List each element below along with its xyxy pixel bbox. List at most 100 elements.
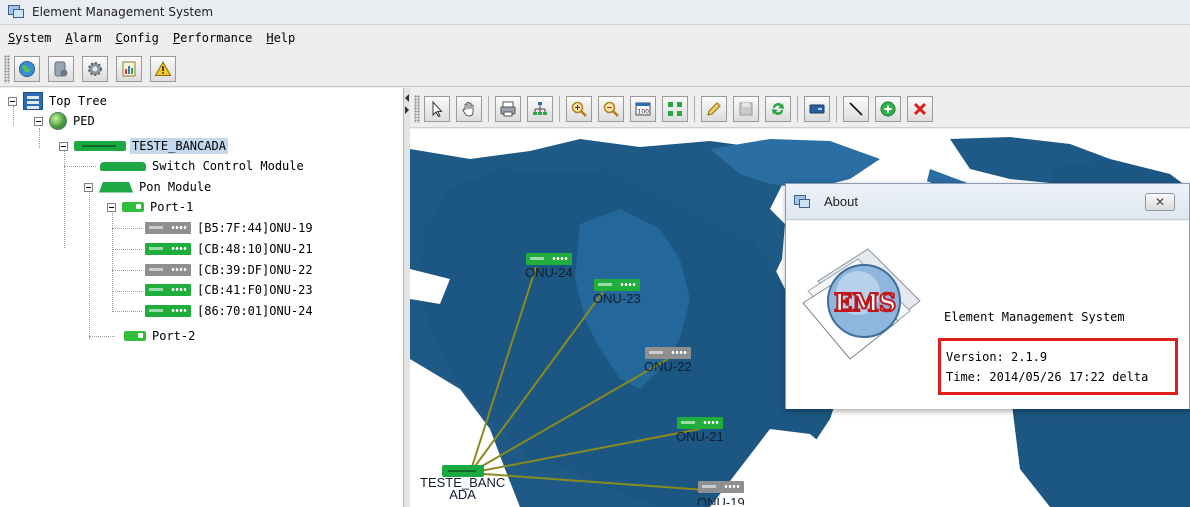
window-title: Element Management System	[32, 5, 214, 19]
collapse-right-arrow-icon[interactable]	[405, 106, 409, 114]
tree-node-root[interactable]: Top Tree	[8, 91, 109, 111]
collapse-toggle-icon[interactable]	[34, 116, 43, 126]
map-onu-label: ONU-22	[644, 359, 692, 374]
toolbar-separator	[797, 95, 798, 122]
tree-node-ped[interactable]: PED	[34, 111, 97, 131]
onu-online-icon	[145, 243, 191, 255]
map-onu-24[interactable]: ONU-24	[525, 253, 573, 280]
about-dialog: About ✕ EMS Element Management System Ve…	[785, 183, 1190, 409]
collapse-left-arrow-icon[interactable]	[405, 94, 409, 102]
pon-module-icon	[99, 181, 133, 193]
version-info-box: Version: 2.1.9 Time: 2014/05/26 17:22 de…	[938, 338, 1178, 395]
settings-gear-icon[interactable]	[82, 55, 108, 82]
tree-root-icon	[23, 92, 43, 110]
ems-logo: EMS	[802, 248, 921, 360]
toolbar-separator	[836, 95, 837, 122]
tree-node-label: Port-2	[152, 329, 196, 343]
select-pointer-icon[interactable]	[424, 95, 450, 122]
print-icon[interactable]	[495, 95, 521, 122]
group-globe-icon	[49, 112, 67, 130]
tree-node-label: TESTE_BANCADA	[130, 138, 228, 154]
app-monitor-icon	[794, 194, 810, 209]
add-device-icon[interactable]	[804, 95, 830, 122]
toolbar-grip[interactable]	[4, 54, 10, 83]
map-toolbar: 100	[410, 90, 1190, 128]
fit-view-icon[interactable]	[662, 95, 688, 122]
toolbar-grip[interactable]	[414, 94, 420, 123]
collapse-toggle-icon[interactable]	[8, 96, 17, 106]
version-line: Version: 2.1.9	[946, 350, 1048, 364]
tree-node-label: Switch Control Module	[152, 159, 304, 173]
toolbar-separator	[488, 95, 489, 122]
toolbar-separator	[559, 95, 560, 122]
onu-online-icon	[145, 284, 191, 296]
onu-online-icon	[676, 417, 723, 429]
collapse-toggle-icon[interactable]	[107, 202, 116, 212]
onu-offline-icon	[145, 264, 191, 276]
switch-module-icon	[100, 161, 146, 171]
about-app-name: Element Management System	[944, 310, 1125, 324]
tree-node-port-1[interactable]: Port-1	[107, 197, 195, 217]
tree-node-onu[interactable]: [CB:39:DF]ONU-22	[145, 260, 315, 280]
map-onu-21[interactable]: ONU-21	[676, 417, 724, 444]
toolbar-separator	[694, 95, 695, 122]
menu-performance[interactable]: Performance	[173, 31, 252, 45]
refresh-icon[interactable]	[765, 95, 791, 122]
svg-text:100: 100	[638, 108, 650, 115]
tree-connector	[112, 270, 142, 271]
tree-node-label: [86:70:01]ONU-24	[197, 304, 313, 318]
add-icon[interactable]	[875, 95, 901, 122]
tree-connector	[64, 166, 96, 167]
tree-node-label: Port-1	[150, 200, 194, 214]
tree-node-port-2[interactable]: Port-2	[124, 326, 197, 346]
menu-config[interactable]: Config	[116, 31, 159, 45]
close-icon: ✕	[1154, 195, 1166, 209]
window-title-bar: Element Management System	[0, 0, 1190, 25]
tree-node-pon-module[interactable]: Pon Module	[84, 177, 213, 197]
tree-node-label: [B5:7F:44]ONU-19	[197, 221, 313, 235]
collapse-toggle-icon[interactable]	[59, 141, 68, 151]
edit-icon[interactable]	[701, 95, 727, 122]
map-onu-19[interactable]: ONU-19	[697, 481, 745, 505]
draw-link-icon[interactable]	[843, 95, 869, 122]
save-icon[interactable]	[733, 95, 759, 122]
map-olt-teste-bancada[interactable]: TESTE_BANC ADA	[420, 465, 505, 501]
map-onu-22[interactable]: ONU-22	[644, 347, 692, 374]
zoom-out-icon[interactable]	[598, 95, 624, 122]
tree-node-onu[interactable]: [CB:48:10]ONU-21	[145, 239, 315, 259]
tree-node-olt[interactable]: TESTE_BANCADA	[59, 136, 228, 156]
database-icon[interactable]	[48, 55, 74, 82]
collapse-toggle-icon[interactable]	[84, 182, 93, 192]
tree-connector	[112, 249, 142, 250]
tree-node-label: [CB:41:F0]ONU-23	[197, 283, 313, 297]
map-onu-23[interactable]: ONU-23	[593, 279, 641, 306]
delete-icon[interactable]	[907, 95, 933, 122]
onu-offline-icon	[697, 481, 744, 493]
report-icon[interactable]	[116, 55, 142, 82]
close-button[interactable]: ✕	[1145, 193, 1175, 211]
tree-node-switch-module[interactable]: Switch Control Module	[100, 156, 306, 176]
topology-icon[interactable]	[527, 95, 553, 122]
network-globe-icon[interactable]	[14, 55, 40, 82]
tree-connector	[89, 188, 90, 338]
zoom-100-icon[interactable]: 100	[630, 95, 656, 122]
tree-connector	[112, 311, 142, 312]
zoom-in-icon[interactable]	[566, 95, 592, 122]
menu-system[interactable]: System	[8, 31, 51, 45]
onu-offline-icon	[644, 347, 691, 359]
alarm-warning-icon[interactable]	[150, 55, 176, 82]
map-onu-label: ONU-23	[593, 291, 641, 306]
tree-node-onu[interactable]: [86:70:01]ONU-24	[145, 301, 315, 321]
app-monitor-icon	[8, 5, 24, 19]
tree-node-onu[interactable]: [B5:7F:44]ONU-19	[145, 218, 315, 238]
tree-node-label: Top Tree	[49, 94, 107, 108]
about-dialog-title-bar[interactable]: About	[786, 184, 1189, 220]
menu-help[interactable]: Help	[266, 31, 295, 45]
tree-node-onu[interactable]: [CB:41:F0]ONU-23	[145, 280, 315, 300]
tree-node-label: [CB:48:10]ONU-21	[197, 242, 313, 256]
onu-online-icon	[145, 305, 191, 317]
tree-connector	[64, 148, 65, 248]
menu-alarm[interactable]: Alarm	[65, 31, 101, 45]
tree-node-label: Pon Module	[139, 180, 212, 194]
pan-hand-icon[interactable]	[456, 95, 482, 122]
